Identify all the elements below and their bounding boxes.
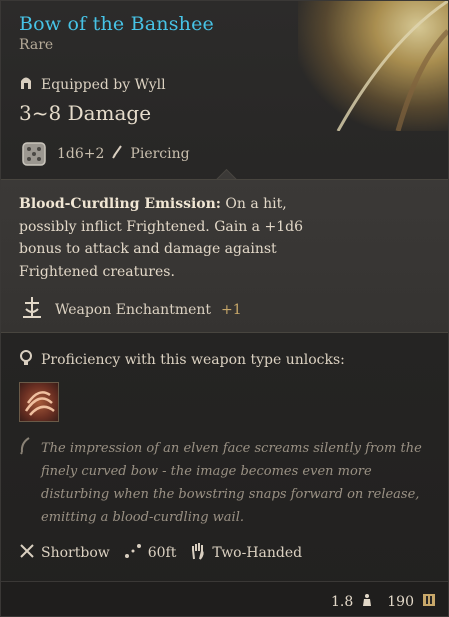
piercing-icon	[112, 145, 123, 163]
weight-icon	[361, 593, 373, 611]
anvil-icon	[19, 295, 45, 325]
gold-icon	[422, 593, 436, 611]
property-label: Shortbow	[41, 545, 110, 561]
quill-icon	[19, 437, 31, 529]
damage-range: 3~8 Damage	[19, 101, 152, 125]
proficiency-icon	[19, 350, 33, 370]
proficiency-action-icon[interactable]	[19, 382, 59, 422]
weapon-enchantment: Weapon Enchantment +1	[19, 295, 242, 325]
item-art	[298, 1, 448, 131]
item-name: Bow of the Banshee	[19, 13, 214, 35]
enchant-title: Blood-Curdling Emission:	[19, 196, 221, 212]
crossed-arrows-icon	[19, 543, 35, 563]
weight-value: 1.8	[331, 594, 354, 610]
gold-value: 190	[387, 594, 414, 610]
item-footer: 1.8 190	[1, 581, 448, 616]
damage-dice: 1d6+2	[57, 146, 105, 162]
range-icon	[124, 543, 142, 563]
die-icon	[19, 139, 49, 169]
equipped-by-text: Equipped by Wyll	[41, 76, 166, 93]
property-range: 60ft	[124, 543, 177, 563]
item-tooltip: Bow of the Banshee Rare Equipped by Wyll…	[0, 0, 449, 617]
property-label: 60ft	[147, 545, 177, 561]
item-rarity: Rare	[19, 37, 54, 53]
damage-type: Piercing	[130, 146, 190, 162]
damage-details: 1d6+2 Piercing	[19, 139, 190, 169]
hand-icon	[190, 542, 206, 564]
lore-body: The impression of an elven face screams …	[41, 441, 422, 525]
lore-text: The impression of an elven face screams …	[19, 437, 429, 529]
property-two-handed: Two-Handed	[190, 542, 302, 564]
property-label: Two-Handed	[212, 545, 303, 561]
proficiency-row: Proficiency with this weapon type unlock…	[19, 350, 345, 370]
equipped-by: Equipped by Wyll	[19, 75, 166, 94]
proficiency-label: Proficiency with this weapon type unlock…	[41, 352, 345, 368]
weapon-enchantment-label: Weapon Enchantment	[55, 302, 212, 318]
enchant-description: Blood-Curdling Emission: On a hit, possi…	[19, 193, 309, 283]
properties-row: Shortbow 60ft Two-Handed	[19, 542, 302, 564]
property-shortbow: Shortbow	[19, 543, 110, 563]
helmet-icon	[19, 75, 33, 94]
weapon-enchantment-value: +1	[221, 302, 242, 318]
